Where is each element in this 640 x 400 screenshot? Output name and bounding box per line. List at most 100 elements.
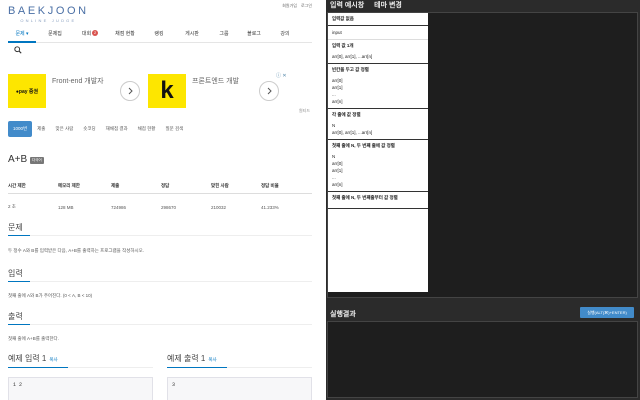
option-line: arr[n] bbox=[332, 181, 425, 188]
header-ratio: 정답 비율 bbox=[261, 180, 312, 194]
signup-link[interactable]: 회원가입 bbox=[282, 3, 297, 9]
nav-label: 블로그 bbox=[247, 31, 261, 37]
ad-text: Front-end 개발자 bbox=[52, 76, 104, 86]
nav-lecture[interactable]: 강의 bbox=[270, 25, 300, 43]
option-title: 각 줄에 값 정렬 bbox=[332, 112, 425, 118]
option-title: 빈칸을 두고 값 정렬 bbox=[332, 67, 425, 73]
dropdown-option-one-value[interactable]: 입력 값 1개 arr[0], arr[1], ...arr[n] bbox=[328, 40, 428, 64]
pay-logo: ●pay 증권 bbox=[8, 74, 46, 108]
option-line: arr[0], arr[1], ...arr[n] bbox=[332, 53, 425, 60]
copy-output-button[interactable]: 복사 bbox=[208, 357, 216, 362]
divider bbox=[8, 235, 312, 236]
option-title: 첫째 줄에 N, 두 번째 줄에 값 정렬 bbox=[332, 143, 425, 149]
example-output-box: 3 bbox=[167, 377, 312, 400]
nav-label: 문제 bbox=[15, 31, 24, 37]
nav-group[interactable]: 그룹 bbox=[210, 25, 238, 43]
nav-label: 랭킹 bbox=[154, 31, 163, 37]
copy-input-button[interactable]: 복사 bbox=[49, 357, 57, 362]
tab-problem[interactable]: 1000번 bbox=[8, 121, 32, 137]
nav-contest[interactable]: 대회2 bbox=[74, 25, 106, 43]
nav-label: 그룹 bbox=[219, 31, 228, 37]
ratio-value: 41.233% bbox=[261, 194, 312, 215]
submissions-value: 724986 bbox=[111, 194, 161, 215]
option-line: arr[0] bbox=[332, 160, 425, 167]
example-input-box: 1 2 bbox=[8, 377, 153, 400]
ad-info-icon[interactable]: ⓘ ✕ bbox=[276, 72, 316, 79]
accepted-value: 298670 bbox=[161, 194, 211, 215]
top-links: 회원가입 로그인 bbox=[282, 3, 312, 9]
dropdown-option-each-line[interactable]: 각 줄에 값 정렬 N arr[0], arr[1], ...arr[n] bbox=[328, 109, 428, 140]
result-output-area[interactable] bbox=[327, 321, 638, 398]
option-line: N bbox=[332, 122, 425, 129]
site-logo[interactable]: BAEKJOON ONLINE JUDGE bbox=[8, 6, 89, 23]
chevron-right-icon[interactable] bbox=[120, 81, 140, 101]
editor-header: 입력 예시창 테마 변경 bbox=[326, 0, 402, 12]
header-submissions: 제출 bbox=[111, 180, 161, 194]
option-line: arr[1] bbox=[332, 167, 425, 174]
table-header-row: 시간 제한 메모리 제한 제출 정답 맞힌 사람 정답 비율 bbox=[8, 180, 312, 194]
editor-panel: 입력 예시창 테마 변경 입력값 없음 input 입력 값 1개 arr[0]… bbox=[326, 0, 640, 400]
header-time-limit: 시간 제한 bbox=[8, 180, 58, 194]
dropdown-option-n-then-lines[interactable]: 첫째 줄에 N, 두 번째줄부터 값 정렬 bbox=[328, 192, 428, 209]
problem-title: A+B bbox=[8, 154, 27, 165]
output-heading: 출력 bbox=[8, 311, 23, 322]
example-output-heading: 예제 출력 1복사 bbox=[167, 353, 217, 364]
nav-blog[interactable]: 블로그 bbox=[238, 25, 270, 43]
option-line: arr[0], arr[1], ...arr[n] bbox=[332, 129, 425, 136]
description-heading: 문제 bbox=[8, 222, 23, 233]
nav-label: 게시판 bbox=[185, 31, 199, 37]
nav-label: 대회 bbox=[82, 31, 91, 37]
search-icon[interactable] bbox=[14, 46, 22, 54]
tab-submit[interactable]: 제출 bbox=[32, 121, 50, 137]
input-text: 첫째 줄에 A와 B가 주어진다. (0 < A, B < 10) bbox=[8, 293, 92, 299]
option-line: N bbox=[332, 153, 425, 160]
language-tag[interactable]: 다국어 bbox=[30, 157, 44, 164]
login-link[interactable]: 로그인 bbox=[301, 3, 312, 9]
input-textarea[interactable]: 입력값 없음 input 입력 값 1개 arr[0], arr[1], ...… bbox=[327, 12, 638, 298]
input-example-dropdown: 입력값 없음 input 입력 값 1개 arr[0], arr[1], ...… bbox=[328, 13, 428, 292]
tab-shortcoding[interactable]: 숏코딩 bbox=[78, 121, 100, 137]
divider bbox=[167, 367, 312, 368]
nav-problems[interactable]: 문제 ▾ bbox=[8, 25, 36, 43]
tab-questions[interactable]: 질문 검색 bbox=[160, 121, 188, 137]
problem-tabs: 1000번 제출 맞은 사람 숏코딩 재채점 결과 채점 현황 질문 검색 bbox=[8, 121, 312, 137]
option-line: ... bbox=[332, 174, 425, 181]
run-button[interactable]: 실행(ALT(⌘)+ENTER) bbox=[580, 307, 634, 318]
problem-page: 회원가입 로그인 BAEKJOON ONLINE JUDGE 문제 ▾ 문제집 … bbox=[0, 0, 320, 400]
dropdown-option-no-input[interactable]: 입력값 없음 bbox=[328, 13, 428, 26]
dropdown-option-input[interactable]: input bbox=[328, 26, 428, 40]
tab-solvers[interactable]: 맞은 사람 bbox=[50, 121, 78, 137]
result-label: 실행결과 bbox=[330, 309, 356, 319]
theme-change-menu[interactable]: 테마 변경 bbox=[374, 0, 402, 12]
option-line: arr[n] bbox=[332, 98, 425, 105]
input-example-menu[interactable]: 입력 예시창 bbox=[330, 0, 364, 12]
dropdown-option-n-then-values[interactable]: 첫째 줄에 N, 두 번째 줄에 값 정렬 N arr[0] arr[1] ..… bbox=[328, 140, 428, 192]
memory-limit-value: 128 MB bbox=[58, 194, 111, 215]
nav-workbook[interactable]: 문제집 bbox=[36, 25, 74, 43]
nav-label: 강의 bbox=[280, 31, 289, 37]
nav-board[interactable]: 게시판 bbox=[174, 25, 210, 43]
logo-subtext: ONLINE JUDGE bbox=[8, 18, 89, 23]
description-text: 두 정수 A와 B를 입력받은 다음, A+B를 출력하는 프로그램을 작성하시… bbox=[8, 248, 144, 254]
tab-status[interactable]: 채점 현황 bbox=[133, 121, 161, 137]
dropdown-option-space-sorted[interactable]: 빈칸을 두고 값 정렬 arr[0] arr[1] ... arr[n] bbox=[328, 64, 428, 109]
divider bbox=[8, 367, 153, 368]
option-title: 첫째 줄에 N, 두 번째줄부터 값 정렬 bbox=[332, 195, 425, 201]
ad-card-1[interactable]: ●pay 증권 Front-end 개발자 bbox=[8, 70, 140, 112]
option-title: 입력값 없음 bbox=[332, 16, 425, 22]
problem-info-table: 시간 제한 메모리 제한 제출 정답 맞힌 사람 정답 비율 2 초 128 M… bbox=[8, 180, 312, 214]
ad-text: 프론트엔드 개발 bbox=[192, 76, 239, 86]
header-memory-limit: 메모리 제한 bbox=[58, 180, 111, 194]
caret-down-icon: ▾ bbox=[26, 31, 29, 37]
main-nav: 문제 ▾ 문제집 대회2 채점 현황 랭킹 게시판 그룹 블로그 강의 bbox=[8, 25, 312, 43]
ad-card-2[interactable]: k 프론트엔드 개발 bbox=[148, 70, 280, 112]
tab-rejudge[interactable]: 재채점 결과 bbox=[101, 121, 133, 137]
nav-status[interactable]: 채점 현황 bbox=[106, 25, 144, 43]
option-title: 입력 값 1개 bbox=[332, 43, 425, 49]
ad-banner[interactable]: ●pay 증권 Front-end 개발자 k 프론트엔드 개발 bbox=[8, 70, 280, 112]
ad-source[interactable]: 원티드 bbox=[299, 108, 310, 114]
example-output-title: 예제 출력 1 bbox=[167, 354, 205, 363]
nav-ranking[interactable]: 랭킹 bbox=[144, 25, 174, 43]
chevron-right-icon[interactable] bbox=[259, 81, 279, 101]
header-solvers: 맞힌 사람 bbox=[211, 180, 261, 194]
